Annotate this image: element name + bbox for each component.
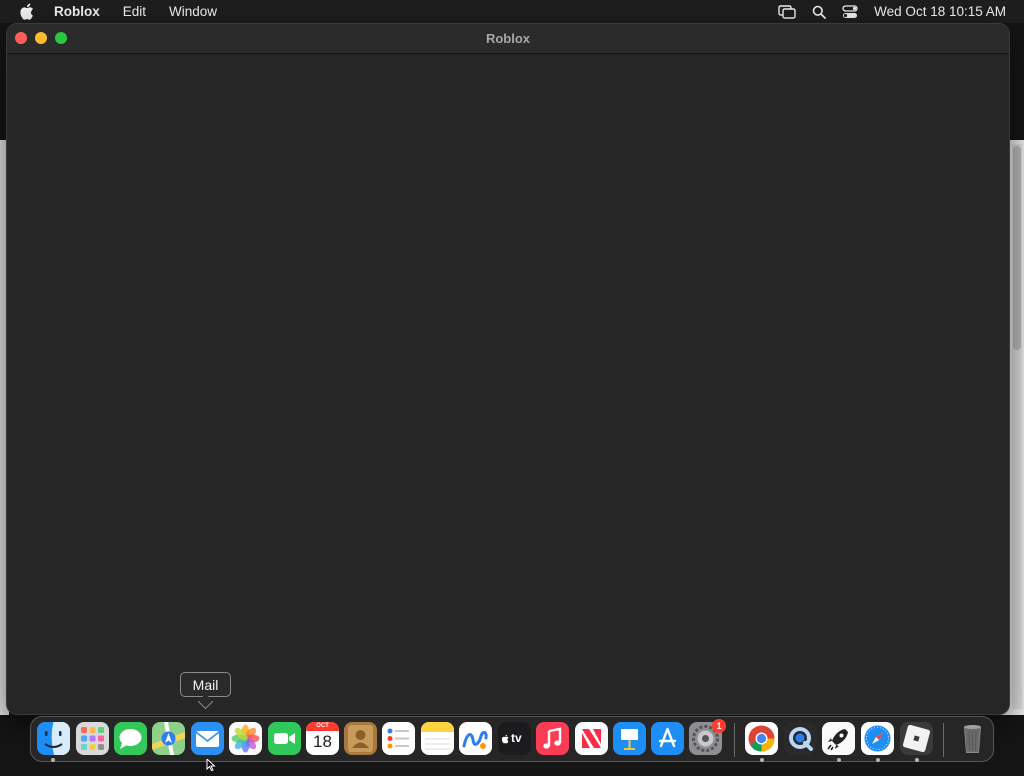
maps-icon[interactable] <box>152 722 185 755</box>
calendar-icon[interactable]: OCT 18 <box>306 722 339 755</box>
apple-menu-icon[interactable] <box>19 3 35 20</box>
dock-tooltip: Mail <box>180 672 231 710</box>
roblox-window: Roblox <box>7 24 1009 714</box>
menu-window[interactable]: Window <box>169 4 217 19</box>
running-indicator <box>915 758 919 762</box>
screen-mirroring-icon[interactable] <box>778 4 796 19</box>
running-indicator <box>51 758 55 762</box>
mouse-cursor-icon <box>206 757 216 776</box>
window-content[interactable] <box>7 54 1009 714</box>
messages-icon[interactable] <box>114 722 147 755</box>
launchpad-icon[interactable] <box>76 722 109 755</box>
window-close-button[interactable] <box>15 32 27 44</box>
notes-icon[interactable] <box>421 722 454 755</box>
menu-bar-clock[interactable]: Wed Oct 18 10:15 AM <box>874 4 1006 19</box>
safari-icon[interactable] <box>861 722 894 755</box>
finder-icon[interactable] <box>37 722 70 755</box>
music-icon[interactable] <box>536 722 569 755</box>
reminders-icon[interactable] <box>382 722 415 755</box>
photos-icon[interactable] <box>229 722 262 755</box>
window-minimize-button[interactable] <box>35 32 47 44</box>
menu-app-name[interactable]: Roblox <box>54 4 100 19</box>
apple-tv-label: tv <box>511 731 522 745</box>
notification-badge: 1 <box>712 719 726 733</box>
contacts-icon[interactable] <box>344 722 377 755</box>
scrollbar-thumb[interactable] <box>1013 146 1021 350</box>
menu-bar: Roblox Edit Window Wed Oct 18 10:15 AM <box>0 0 1024 23</box>
facetime-icon[interactable] <box>268 722 301 755</box>
dock-tooltip-label: Mail <box>192 676 219 693</box>
running-indicator <box>760 758 764 762</box>
keynote-icon[interactable] <box>613 722 646 755</box>
window-title: Roblox <box>485 31 531 46</box>
mail-icon[interactable] <box>191 722 224 755</box>
spotlight-search-icon[interactable] <box>812 5 827 19</box>
news-icon[interactable] <box>575 722 608 755</box>
dock-separator <box>943 723 944 757</box>
app-store-icon[interactable] <box>651 722 684 755</box>
roblox-icon[interactable] <box>900 722 933 755</box>
apple-tv-icon[interactable]: tv <box>498 722 531 755</box>
control-center-icon[interactable] <box>842 4 858 19</box>
dock: OCT 18 tv 1 <box>30 716 994 762</box>
chrome-icon[interactable] <box>745 722 778 755</box>
window-zoom-button[interactable] <box>55 32 67 44</box>
window-titlebar[interactable]: Roblox <box>7 24 1009 54</box>
freeform-icon[interactable] <box>459 722 492 755</box>
calendar-day: 18 <box>313 732 332 751</box>
rocket-icon[interactable] <box>822 722 855 755</box>
running-indicator <box>837 758 841 762</box>
quicktime-icon[interactable] <box>784 722 817 755</box>
dock-separator <box>734 723 735 757</box>
running-indicator <box>876 758 880 762</box>
calendar-month: OCT <box>316 723 329 729</box>
trash-icon[interactable] <box>956 722 989 755</box>
menu-edit[interactable]: Edit <box>123 4 146 19</box>
